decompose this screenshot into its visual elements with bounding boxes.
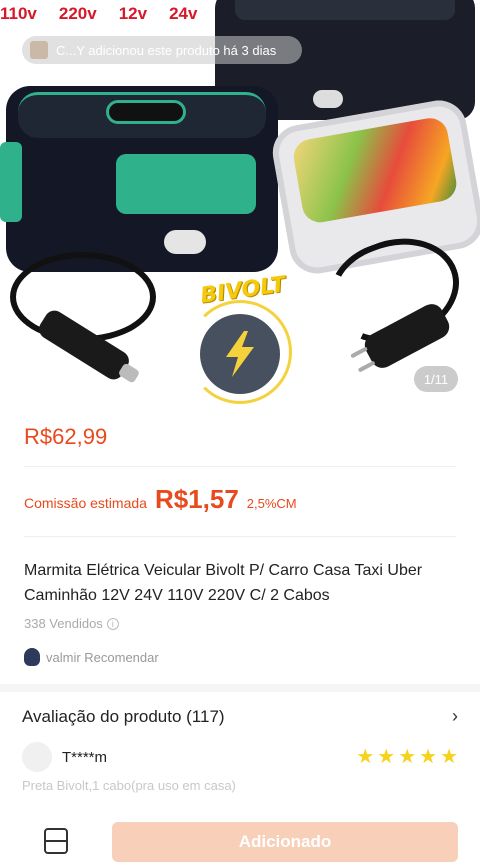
reviewer-name: T****m [62,748,108,766]
star-icon: ★ [419,746,438,768]
star-icon: ★ [377,746,396,768]
voltage-label: 12v [118,4,148,23]
voltage-labels: 110v 220v 12v 24v [0,4,197,24]
voltage-label: 24v [169,4,198,23]
divider [24,466,456,467]
activity-text: C...Y adicionou este produto há 3 dias [56,42,277,58]
star-icon: ★ [440,746,458,768]
commission-percent: 2,5%CM [246,496,297,511]
review-item: T****m ★ ★ ★ ★ ★ [22,742,458,772]
review-variant: Preta Bivolt,1 cabo(pra uso em casa) [22,778,236,793]
recommender-avatar-icon [24,648,40,666]
bivolt-badge: BIVOLT [176,272,310,404]
lightning-bolt-icon [200,314,280,394]
user-avatar-icon [30,41,48,59]
sold-count: 338 Vendidos i [24,616,119,631]
add-button[interactable]: Adicionado [112,822,458,862]
commission-label: Comissão estimada [24,495,147,511]
bottom-action-bar: Adicionado [0,812,480,862]
voltage-label: 110v [0,4,37,23]
section-separator [0,684,480,692]
commission-row: Comissão estimada R$1,57 2,5%CM [24,484,297,515]
recommender[interactable]: valmir Recomendar [24,648,159,666]
voltage-label: 220v [58,4,97,23]
lunchbox-image-main [0,86,278,272]
reviews-header[interactable]: Avaliação do produto (117) › [22,706,458,727]
rating-stars: ★ ★ ★ ★ ★ [356,747,458,767]
product-price: R$62,99 [24,424,108,449]
star-icon: ★ [356,746,375,768]
commission-value: R$1,57 [154,484,239,514]
reviewer-avatar [22,742,52,772]
product-title: Marmita Elétrica Veicular Bivolt P/ Carr… [24,562,423,604]
divider [24,536,456,537]
shop-icon[interactable] [44,828,68,854]
star-icon: ★ [398,746,417,768]
sold-text: 338 Vendidos [24,616,103,631]
recommend-text: valmir Recomendar [46,649,159,665]
product-image-gallery[interactable]: 110v 220v 12v 24v C...Y adicionou este p… [0,0,480,405]
chevron-right-icon[interactable]: › [452,706,458,727]
reviews-title: Avaliação do produto (117) [22,706,225,726]
image-counter: 1/11 [414,366,458,392]
info-icon[interactable]: i [106,617,119,630]
recent-activity-toast: C...Y adicionou este produto há 3 dias [22,36,302,64]
